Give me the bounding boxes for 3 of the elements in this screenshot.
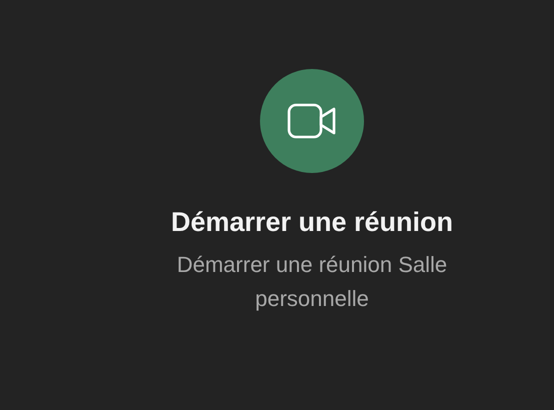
- subtitle: Démarrer une réunion Salle personnelle: [176, 251, 448, 313]
- title: Démarrer une réunion: [170, 207, 454, 238]
- video-camera-icon: [287, 102, 337, 140]
